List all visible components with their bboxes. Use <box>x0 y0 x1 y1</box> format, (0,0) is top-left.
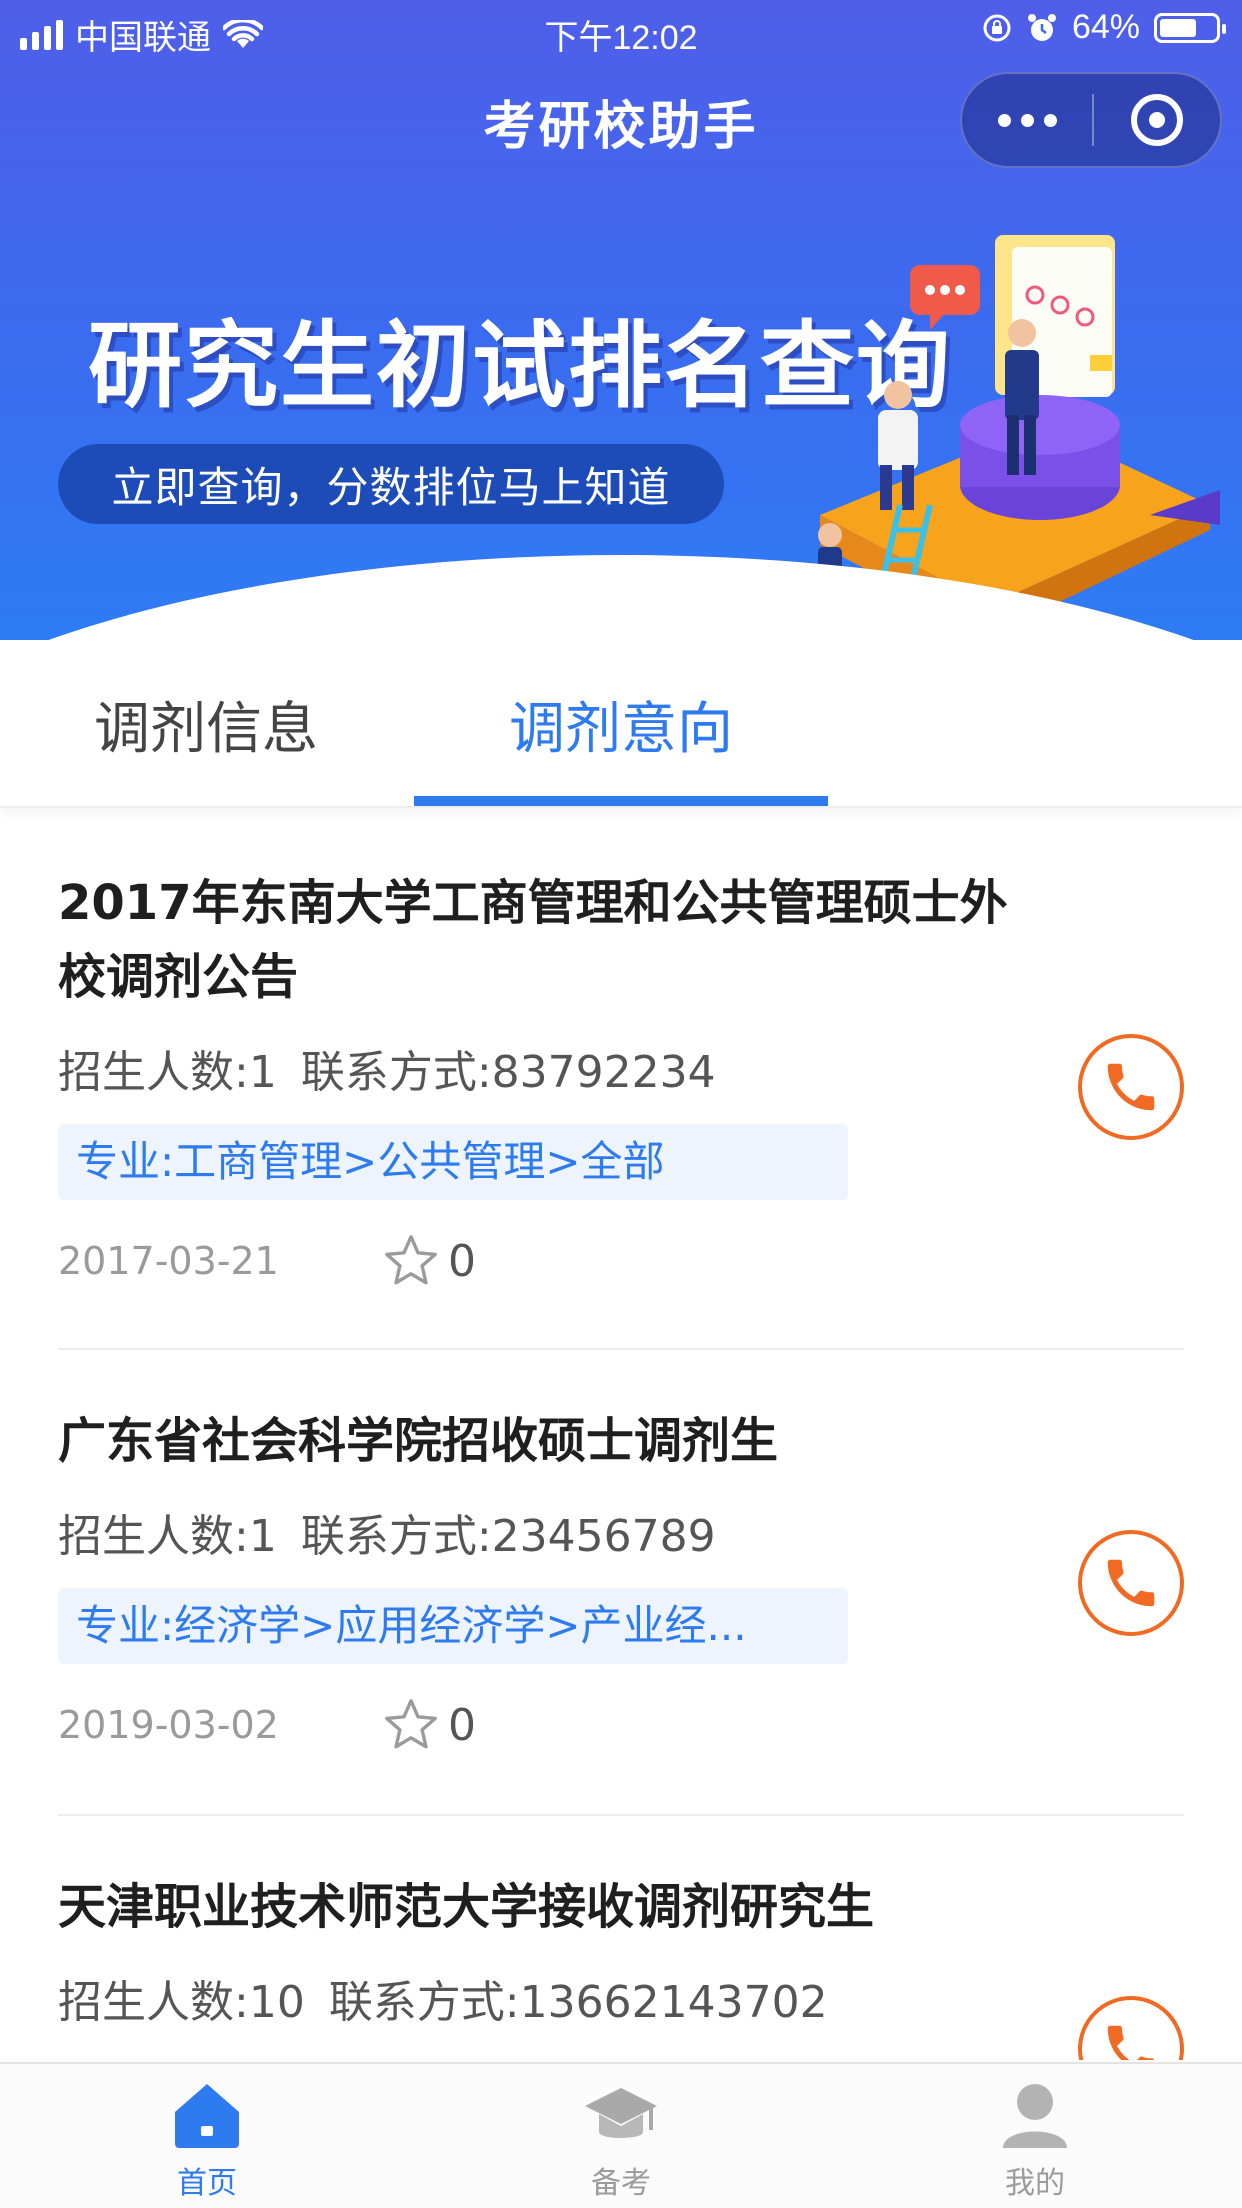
graduation-cap-icon <box>585 2088 657 2138</box>
enrollment-count: 招生人数:1 <box>58 1047 277 1098</box>
phone-icon <box>1107 2025 1155 2060</box>
list-item[interactable]: 广东省社会科学院招收硕士调剂生 招生人数:1 联系方式:23456789 专业:经… <box>58 1350 1184 1816</box>
listing-title: 2017年东南大学工商管理和公共管理硕士外校调剂公告 <box>58 875 1008 1005</box>
major-tag: 专业:工商管理>公共管理>全部 <box>58 1124 848 1200</box>
listing-title: 广东省社会科学院招收硕士调剂生 <box>58 1413 779 1469</box>
battery-icon <box>1154 12 1226 43</box>
phone-call-button[interactable] <box>1078 1034 1184 1140</box>
contact-number: 联系方式:13662143702 <box>328 1977 828 2028</box>
status-bar: 中国联通 下午12:02 64% <box>0 0 1242 64</box>
enrollment-count: 招生人数:1 <box>58 1511 277 1562</box>
home-icon <box>175 2084 239 2148</box>
banner-query-button[interactable]: 立即查询，分数排位马上知道 <box>58 444 724 524</box>
star-icon[interactable] <box>382 1696 440 1754</box>
battery-percent: 64% <box>1071 8 1140 46</box>
list-item[interactable]: 天津职业技术师范大学接收调剂研究生 招生人数:10 联系方式:1366214370… <box>58 1816 1184 2060</box>
tab-bar: 调剂信息 调剂意向 <box>0 640 1242 808</box>
user-icon <box>1003 2084 1067 2148</box>
enrollment-count: 招生人数:10 <box>58 1977 305 2028</box>
tab-adjust-info[interactable]: 调剂信息 <box>56 640 356 808</box>
bottom-navigation: 首页 备考 我的 <box>0 2062 1242 2208</box>
favorite-count: 0 <box>448 1235 476 1287</box>
listing-title: 天津职业技术师范大学接收调剂研究生 <box>58 1879 875 1935</box>
alarm-icon <box>1027 13 1056 41</box>
contact-number: 联系方式:23456789 <box>300 1511 716 1562</box>
listing-date: 2019-03-02 <box>58 1703 279 1747</box>
listing-date: 2017-03-21 <box>58 1239 279 1283</box>
phone-icon <box>1107 1559 1155 1607</box>
listing-meta: 招生人数:1 联系方式:83792234 <box>58 1036 1184 1100</box>
nav-prep[interactable]: 备考 <box>414 2064 828 2208</box>
nav-mine[interactable]: 我的 <box>828 2064 1242 2208</box>
list-item[interactable]: 2017年东南大学工商管理和公共管理硕士外校调剂公告 招生人数:1 联系方式:83… <box>58 810 1184 1350</box>
favorite-count: 0 <box>448 1699 476 1751</box>
nav-prep-label: 备考 <box>591 2166 651 2201</box>
phone-icon <box>1107 1063 1155 1111</box>
star-icon[interactable] <box>382 1232 440 1290</box>
major-tag: 专业:经济学>应用经济学>产业经... <box>58 1588 848 1664</box>
nav-home[interactable]: 首页 <box>0 2064 414 2208</box>
tab-adjust-intent[interactable]: 调剂意向 <box>414 640 828 808</box>
more-dots-icon[interactable] <box>962 74 1092 166</box>
listing-meta: 招生人数:10 联系方式:13662143702 <box>58 1966 1184 2030</box>
active-tab-indicator <box>414 796 828 806</box>
banner-area: 中国联通 下午12:02 64% 考研校助手 研究生初试排名查询 立即查询，分数… <box>0 0 1242 640</box>
phone-call-button[interactable] <box>1078 1530 1184 1636</box>
nav-mine-label: 我的 <box>1005 2166 1065 2201</box>
target-circle-icon[interactable] <box>1094 74 1220 166</box>
listing-meta: 招生人数:1 联系方式:23456789 <box>58 1500 1184 1564</box>
nav-home-label: 首页 <box>177 2166 237 2201</box>
mini-program-capsule <box>960 72 1222 168</box>
contact-number: 联系方式:83792234 <box>300 1047 716 1098</box>
listing-list: 2017年东南大学工商管理和公共管理硕士外校调剂公告 招生人数:1 联系方式:83… <box>0 810 1242 2060</box>
rotation-lock-icon <box>983 14 1011 41</box>
